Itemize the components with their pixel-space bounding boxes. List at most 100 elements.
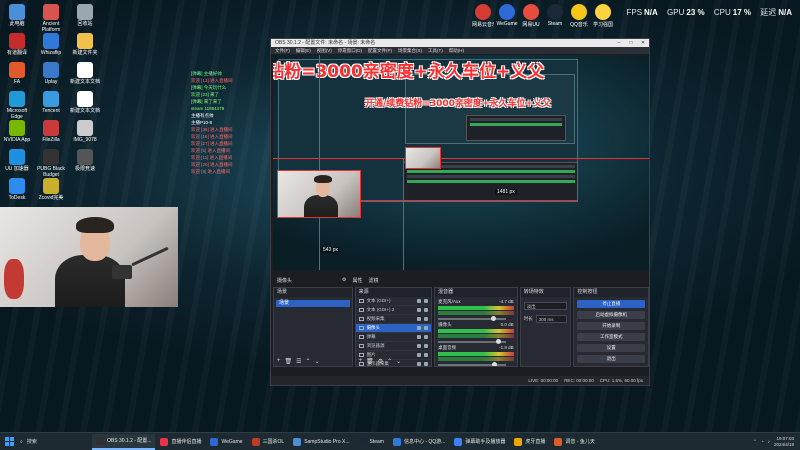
taskbar-app[interactable]: WeGame xyxy=(206,434,246,450)
desktop-icon[interactable]: Whizaflip xyxy=(36,33,66,56)
desktop-icon[interactable]: NVIDIA App xyxy=(2,120,32,143)
eye-icon[interactable] xyxy=(417,335,422,339)
desktop-icon[interactable]: 新建文件夹 xyxy=(70,33,100,56)
slider-knob[interactable] xyxy=(492,362,498,366)
desktop-icon[interactable]: Ancient Platform xyxy=(36,4,66,33)
menu-item[interactable]: 文件(F) xyxy=(275,47,290,54)
start-button[interactable] xyxy=(0,433,18,450)
maximize-icon[interactable]: □ xyxy=(625,39,637,47)
desktop-icon[interactable]: PUBG Black Budget xyxy=(36,149,66,178)
source-item[interactable]: 文本 (GDI+) 2 xyxy=(355,306,432,315)
desktop-icon[interactable]: Microsoft Edge xyxy=(2,91,32,120)
desktop-icon[interactable]: Tencent xyxy=(36,91,66,114)
menu-item[interactable]: 停靠窗口(D) xyxy=(338,47,362,54)
taskbar-app[interactable]: Steam xyxy=(355,434,388,450)
source-item[interactable]: 摄像头 xyxy=(355,324,432,333)
desktop-icon[interactable]: UU 加速器 xyxy=(2,149,32,172)
menu-item[interactable]: 视图(V) xyxy=(317,47,332,54)
control-button[interactable]: 停止直播 xyxy=(577,300,645,308)
menu-item[interactable]: 编辑(E) xyxy=(296,47,311,54)
props-button[interactable]: 属性 xyxy=(353,277,363,284)
taskbar-app[interactable]: 调音 - 鱼儿天 xyxy=(550,434,598,450)
source-item[interactable]: 视频采集 xyxy=(355,315,432,324)
volume-slider[interactable] xyxy=(438,339,506,344)
minimize-icon[interactable]: – xyxy=(613,39,625,47)
source-item[interactable]: 文本 (GDI+) xyxy=(355,297,432,306)
volume-slider[interactable] xyxy=(438,316,506,321)
control-button[interactable]: 启动虚拟摄像机 xyxy=(577,311,645,319)
desktop-icon[interactable]: 新建文本文档 xyxy=(70,62,100,85)
control-button[interactable]: 开始录制 xyxy=(577,322,645,330)
network-icon[interactable]: ◔ xyxy=(761,439,764,444)
transition-select[interactable]: 淡出 xyxy=(523,302,568,310)
desktop-icon[interactable]: FA xyxy=(2,62,32,85)
menu-item[interactable]: 场景集合(S) xyxy=(398,47,422,54)
scene-filters-button[interactable]: ☰ xyxy=(296,358,301,365)
duration-field[interactable]: 300 ms xyxy=(535,315,568,323)
desktop-icon[interactable]: 有道翻译 xyxy=(2,33,32,56)
source-up-button[interactable]: ⌃ xyxy=(387,358,392,365)
eye-icon[interactable] xyxy=(417,344,422,348)
menu-item[interactable]: 工具(T) xyxy=(428,47,443,54)
desktop-icon[interactable]: Zcovid完美 xyxy=(36,178,66,201)
slider-knob[interactable] xyxy=(490,316,496,321)
source-item[interactable]: 弹幕 xyxy=(355,333,432,342)
lock-icon[interactable] xyxy=(424,308,429,312)
control-button[interactable]: 退出 xyxy=(577,355,645,363)
obs-preview[interactable]: 开通/续费钻粉=3000亲密度+永久车位+义父 开通/续费钻粉=3000亲密度+… xyxy=(273,55,649,270)
scene-up-button[interactable]: ⌃ xyxy=(306,358,311,365)
lock-icon[interactable] xyxy=(424,299,429,303)
top-shortcut[interactable]: Steam xyxy=(544,4,566,27)
filter-button[interactable]: 滤镜 xyxy=(369,277,379,284)
lock-icon[interactable] xyxy=(424,344,429,348)
top-shortcut[interactable]: 网易云音乐 xyxy=(472,4,494,28)
add-scene-button[interactable]: + xyxy=(277,358,281,364)
taskbar-app[interactable]: 直播伴侣直播 xyxy=(156,434,205,450)
desktop-icon[interactable]: 极限竞速 xyxy=(70,149,100,172)
desktop-icon[interactable]: 回收站 xyxy=(70,4,100,27)
eye-icon[interactable] xyxy=(417,326,422,330)
top-shortcut[interactable]: QQ音乐 xyxy=(568,4,590,28)
eye-icon[interactable] xyxy=(417,317,422,321)
clock[interactable]: 19:07:03 2024/4/19 xyxy=(774,436,794,448)
close-icon[interactable]: ✕ xyxy=(637,39,649,47)
taskbar-app[interactable]: 弹幕助手及播放器 xyxy=(450,434,509,450)
remove-scene-button[interactable]: 🗑 xyxy=(285,358,293,365)
eye-icon[interactable] xyxy=(417,299,422,303)
scene-item[interactable]: 场景 xyxy=(276,300,350,307)
desktop-icon[interactable]: FileZilla xyxy=(36,120,66,143)
desktop-icon[interactable]: 新建文本文档 xyxy=(70,91,100,114)
chevron-up-icon[interactable]: ⌃ xyxy=(753,439,757,445)
taskbar-search[interactable]: ⌕ 搜索 xyxy=(20,436,92,448)
volume-slider[interactable] xyxy=(438,362,506,366)
lock-icon[interactable] xyxy=(424,317,429,321)
desktop-icon[interactable]: Uplay xyxy=(36,62,66,85)
menu-item[interactable]: 帮助(H) xyxy=(449,47,464,54)
desktop-icon[interactable]: 此电脑 xyxy=(2,4,32,27)
taskbar-app[interactable]: 三国杀OL xyxy=(248,434,289,450)
menu-item[interactable]: 配置文件(P) xyxy=(368,47,392,54)
volume-icon[interactable]: ♪ xyxy=(768,439,770,444)
add-source-button[interactable]: + xyxy=(359,358,363,364)
eye-icon[interactable] xyxy=(417,308,422,312)
desktop-icon[interactable]: IMG_9078 xyxy=(70,120,100,143)
taskbar-app[interactable]: SampStudio Pro X... xyxy=(289,434,353,450)
taskbar-app[interactable]: 虎牙直播 xyxy=(510,434,549,450)
desktop-icon[interactable]: ToDesk xyxy=(2,178,32,201)
taskbar-app[interactable]: OBS 30.1.2 - 配置... xyxy=(92,433,156,450)
source-down-button[interactable]: ⌄ xyxy=(396,358,401,365)
top-shortcut[interactable]: 网易UU xyxy=(520,4,542,28)
top-shortcut[interactable]: 学习强国 xyxy=(592,4,614,28)
control-button[interactable]: 工作室模式 xyxy=(577,333,645,341)
control-button[interactable]: 设置 xyxy=(577,344,645,352)
gear-icon[interactable]: ⚙ xyxy=(342,277,346,283)
lock-icon[interactable] xyxy=(424,335,429,339)
lock-icon[interactable] xyxy=(424,326,429,330)
taskbar-app[interactable]: 信息中心 - QQ游... xyxy=(389,434,449,450)
remove-source-button[interactable]: 🗑 xyxy=(366,358,374,365)
source-props-button[interactable]: ⚙ xyxy=(378,358,383,365)
top-shortcut[interactable]: WeGame xyxy=(496,4,518,27)
slider-knob[interactable] xyxy=(495,339,501,344)
scene-down-button[interactable]: ⌄ xyxy=(315,358,320,365)
source-item[interactable]: 浏览器源 xyxy=(355,342,432,351)
